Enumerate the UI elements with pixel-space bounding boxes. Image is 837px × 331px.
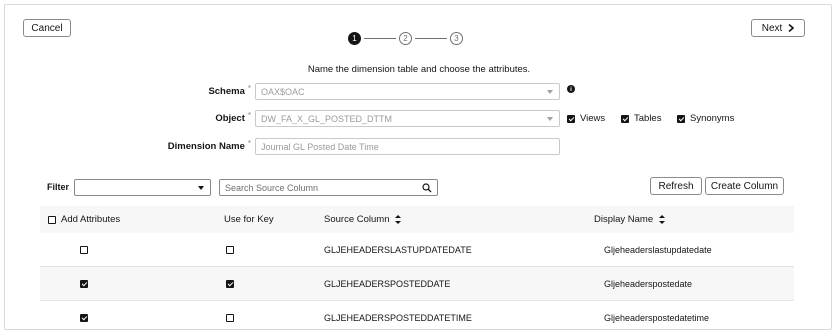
schema-select[interactable]: OAX$OAC [255, 83, 560, 100]
filter-label: Filter [47, 182, 70, 192]
display-name-header[interactable]: Display Name [594, 206, 666, 233]
object-select[interactable]: DW_FA_X_GL_POSTED_DTTM [255, 110, 560, 127]
step-1[interactable]: 1 [348, 31, 361, 45]
step-3[interactable]: 3 [450, 31, 463, 45]
create-column-button[interactable]: Create Column [705, 177, 784, 195]
step-connector [415, 37, 447, 39]
chevron-down-icon [547, 90, 553, 94]
source-column-cell: GLJEHEADERSPOSTEDDATETIME [324, 312, 472, 323]
chevron-right-icon [788, 24, 795, 32]
display-name-cell[interactable]: Gljeheaderspostedatetime [604, 301, 709, 329]
table-row: GLJEHEADERSPOSTEDDATETIME Gljeheaderspos… [40, 301, 794, 329]
schema-label: Schema * [208, 84, 251, 97]
next-label: Next [761, 22, 783, 34]
attributes-grid-header: Add Attributes Use for Key Source Column… [40, 206, 794, 234]
source-column-header[interactable]: Source Column [324, 206, 402, 233]
use-for-key-checkbox[interactable] [226, 245, 234, 254]
checkbox-checked[interactable] [567, 114, 575, 123]
search-source-column-input[interactable]: Search Source Column [219, 179, 438, 196]
filter-select[interactable] [74, 179, 211, 196]
search-icon[interactable] [422, 183, 432, 193]
required-marker: * [247, 139, 251, 148]
use-for-key-header: Use for Key [224, 214, 274, 225]
dimension-name-placeholder: Journal GL Posted Date Time [261, 141, 379, 152]
search-placeholder: Search Source Column [225, 182, 319, 193]
step-connector [364, 37, 396, 39]
refresh-button[interactable]: Refresh [650, 177, 702, 195]
step-indicator: 1 2 3 [348, 29, 463, 47]
wizard-dialog: Cancel 1 2 3 Next Name the dimension tab… [4, 4, 832, 330]
synonyms-label: Synonyms [690, 113, 735, 124]
source-column-cell: GLJEHEADERSPOSTEDDATE [324, 278, 451, 289]
create-column-label: Create Column [710, 180, 779, 192]
display-name-cell[interactable]: Gljeheaderspostedate [604, 267, 692, 300]
info-icon[interactable]: i [567, 85, 575, 93]
sort-icon[interactable] [395, 215, 402, 224]
dimension-name-label: Dimension Name * [167, 139, 251, 152]
dimension-name-input[interactable]: Journal GL Posted Date Time [255, 138, 560, 155]
source-column-cell: GLJEHEADERSLASTUPDATEDATE [324, 244, 472, 255]
refresh-label: Refresh [658, 180, 694, 192]
tables-label: Tables [634, 113, 662, 124]
use-for-key-checkbox[interactable] [226, 279, 234, 288]
schema-value: OAX$OAC [261, 86, 305, 97]
chevron-down-icon [198, 186, 204, 190]
required-marker: * [247, 111, 251, 120]
add-attributes-header[interactable]: Add Attributes [48, 206, 120, 233]
add-attribute-checkbox[interactable] [80, 245, 88, 254]
sort-icon[interactable] [659, 215, 666, 224]
tables-checkbox[interactable]: Tables [621, 113, 661, 124]
step-2[interactable]: 2 [399, 31, 412, 45]
synonyms-checkbox[interactable]: Synonyms [677, 113, 734, 124]
table-row: GLJEHEADERSLASTUPDATEDATE Gljeheaderslas… [40, 233, 794, 267]
cancel-button[interactable]: Cancel [23, 19, 71, 37]
views-label: Views [580, 113, 606, 124]
object-label: Object * [215, 111, 251, 124]
add-attribute-checkbox[interactable] [80, 313, 88, 322]
cancel-label: Cancel [31, 22, 63, 34]
add-attribute-checkbox[interactable] [80, 279, 88, 288]
checkbox-checked[interactable] [621, 114, 629, 123]
views-checkbox[interactable]: Views [567, 113, 605, 124]
table-row: GLJEHEADERSPOSTEDDATE Gljeheadersposteda… [40, 267, 794, 301]
checkbox-checked[interactable] [677, 114, 685, 123]
object-value: DW_FA_X_GL_POSTED_DTTM [261, 113, 393, 124]
instruction-text: Name the dimension table and choose the … [307, 64, 531, 75]
display-name-cell[interactable]: Gljeheaderslastupdatedate [604, 233, 712, 266]
required-marker: * [247, 84, 251, 93]
use-for-key-checkbox[interactable] [226, 313, 234, 322]
next-button[interactable]: Next [751, 19, 805, 37]
select-all-checkbox[interactable] [48, 215, 56, 224]
chevron-down-icon [547, 117, 553, 121]
